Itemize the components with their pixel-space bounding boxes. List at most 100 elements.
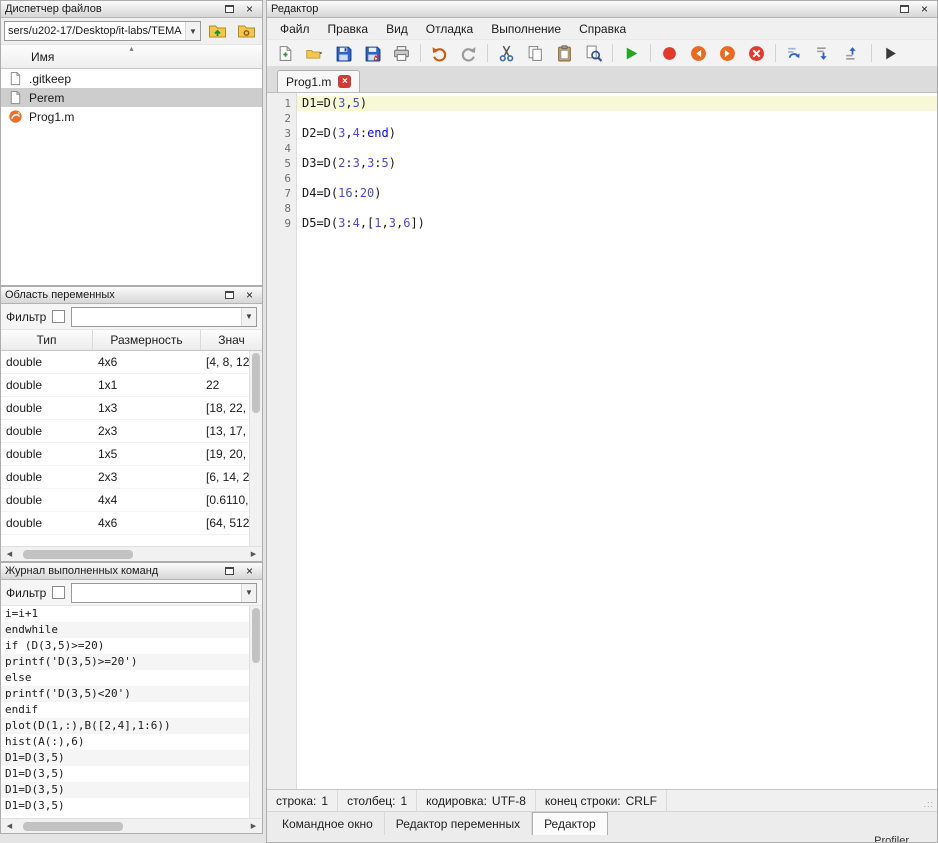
open-button[interactable] [301, 41, 328, 65]
horizontal-scrollbar[interactable]: ◀ ▶ [1, 818, 262, 833]
history-item[interactable]: D1=D(3,5) [1, 782, 249, 798]
table-row[interactable]: double2x3[6, 14, 26 [1, 466, 249, 489]
history-item[interactable]: endif [1, 702, 249, 718]
chevron-down-icon[interactable]: ▼ [241, 308, 256, 326]
step-in-button[interactable] [810, 41, 837, 65]
line-number[interactable]: 8 [267, 201, 291, 216]
close-tab-icon[interactable]: × [338, 75, 351, 88]
history-item[interactable]: D1=D(3,5) [1, 766, 249, 782]
file-row[interactable]: Perem [1, 88, 262, 107]
code-line[interactable]: D1=D(3,5) [297, 96, 937, 111]
code-line[interactable]: D4=D(16:20) [297, 186, 937, 201]
history-item[interactable]: i=i+1 [1, 606, 249, 622]
copy-button[interactable] [522, 41, 549, 65]
scroll-right-icon[interactable]: ▶ [248, 550, 259, 558]
history-item[interactable]: D1=D(3,5) [1, 750, 249, 766]
path-combobox[interactable]: sers/u202-17/Desktop/it-labs/TEMA 1 ▼ [4, 21, 201, 41]
scroll-left-icon[interactable]: ◀ [4, 822, 15, 830]
run-cursor-button[interactable] [877, 41, 904, 65]
line-number[interactable]: 2 [267, 111, 291, 126]
print-button[interactable] [388, 41, 415, 65]
scrollbar-thumb[interactable] [23, 822, 123, 831]
code-line[interactable]: D2=D(3,4:end) [297, 126, 937, 141]
line-number[interactable]: 9 [267, 216, 291, 231]
breakpoint-next-button[interactable] [714, 41, 741, 65]
scroll-left-icon[interactable]: ◀ [4, 550, 15, 558]
undock-icon[interactable] [896, 2, 913, 17]
history-item[interactable]: printf('D(3,5)>=20') [1, 654, 249, 670]
save-as-button[interactable] [359, 41, 386, 65]
close-icon[interactable]: × [241, 564, 258, 579]
filter-combobox[interactable]: ▼ [71, 307, 257, 327]
table-row[interactable]: double4x4[0.6110, [1, 489, 249, 512]
code-line[interactable]: D5=D(3:4,[1,3,6]) [297, 216, 937, 231]
tab-prog1m[interactable]: Prog1.m × [277, 70, 360, 92]
breakpoint-toggle-button[interactable] [656, 41, 683, 65]
filter-checkbox[interactable] [52, 310, 65, 323]
table-row[interactable]: double1x3[18, 22, 2 [1, 397, 249, 420]
undock-icon[interactable] [221, 2, 238, 17]
table-row[interactable]: double4x6[64, 512, [1, 512, 249, 535]
menu-item[interactable]: Вид [377, 20, 417, 38]
history-item[interactable]: printf('D(3,5)<20') [1, 686, 249, 702]
breakpoint-clear-button[interactable] [743, 41, 770, 65]
code-line[interactable]: D3=D(2:3,3:5) [297, 156, 937, 171]
table-row[interactable]: double2x3[13, 17, 2 [1, 420, 249, 443]
file-row[interactable]: .gitkeep [1, 69, 262, 88]
new-script-button[interactable] [272, 41, 299, 65]
save-button[interactable] [330, 41, 357, 65]
table-row[interactable]: double1x5[19, 20, 2 [1, 443, 249, 466]
redo-button[interactable] [455, 41, 482, 65]
scrollbar-track[interactable] [17, 822, 246, 831]
column-header[interactable]: Размерность [93, 330, 201, 350]
undock-icon[interactable] [221, 564, 238, 579]
scrollbar-track[interactable] [17, 550, 246, 559]
close-icon[interactable]: × [241, 288, 258, 303]
bottom-tab[interactable]: Редактор [532, 812, 608, 835]
filter-combobox[interactable]: ▼ [71, 583, 257, 603]
resize-grip-icon[interactable]: .:: [923, 799, 934, 809]
scrollbar-thumb[interactable] [23, 550, 133, 559]
close-icon[interactable]: × [241, 2, 258, 17]
step-over-button[interactable] [781, 41, 808, 65]
menu-item[interactable]: Правка [319, 20, 378, 38]
history-item[interactable]: else [1, 670, 249, 686]
find-button[interactable] [580, 41, 607, 65]
line-number[interactable]: 1 [267, 96, 291, 111]
history-item[interactable]: D1=D(3,5) [1, 798, 249, 814]
bottom-tab[interactable]: Командное окно [271, 812, 385, 835]
line-number[interactable]: 6 [267, 171, 291, 186]
line-number[interactable]: 3 [267, 126, 291, 141]
paste-button[interactable] [551, 41, 578, 65]
line-number-gutter[interactable]: 123456789 [267, 93, 297, 789]
code-area[interactable]: D1=D(3,5) D2=D(3,4:end) D3=D(2:3,3:5) D4=D(… [297, 93, 937, 789]
history-item[interactable]: if (D(3,5)>=20) [1, 638, 249, 654]
menu-item[interactable]: Файл [271, 20, 319, 38]
code-line[interactable] [297, 111, 937, 126]
scrollbar-thumb[interactable] [252, 608, 260, 663]
undo-button[interactable] [426, 41, 453, 65]
line-number[interactable]: 7 [267, 186, 291, 201]
line-number[interactable]: 4 [267, 141, 291, 156]
folder-up-button[interactable] [204, 20, 230, 42]
column-header[interactable]: Знач [201, 330, 262, 350]
cut-button[interactable] [493, 41, 520, 65]
close-icon[interactable]: × [916, 2, 933, 17]
undock-icon[interactable] [221, 288, 238, 303]
file-row[interactable]: Prog1.m [1, 107, 262, 126]
step-out-button[interactable] [839, 41, 866, 65]
menu-item[interactable]: Отладка [417, 20, 482, 38]
vertical-scrollbar[interactable] [249, 606, 262, 818]
scrollbar-thumb[interactable] [252, 353, 260, 413]
vertical-scrollbar[interactable] [249, 351, 262, 546]
scroll-right-icon[interactable]: ▶ [248, 822, 259, 830]
run-button[interactable] [618, 41, 645, 65]
bottom-tab[interactable]: Редактор переменных [385, 812, 532, 835]
line-number[interactable]: 5 [267, 156, 291, 171]
menu-item[interactable]: Справка [570, 20, 635, 38]
chevron-down-icon[interactable]: ▼ [241, 584, 256, 602]
code-line[interactable] [297, 171, 937, 186]
horizontal-scrollbar[interactable]: ◀ ▶ [1, 546, 262, 561]
column-header[interactable]: Тип [1, 330, 93, 350]
menu-item[interactable]: Выполнение [482, 20, 570, 38]
